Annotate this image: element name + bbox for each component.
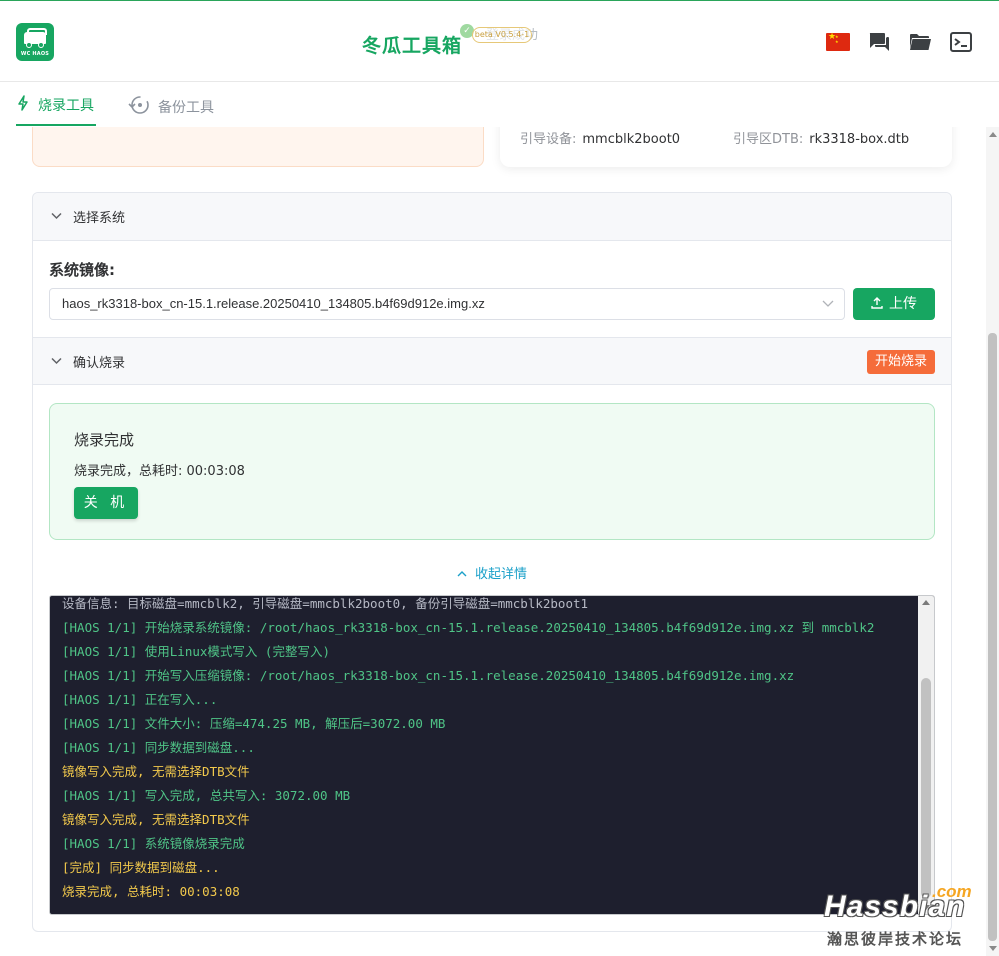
select-system-header[interactable]: 选择系统 [33,193,951,241]
log-line: [HAOS 1/1] 开始写入压缩镜像: /root/haos_rk3318-b… [62,668,795,683]
scroll-down-icon[interactable] [989,946,997,951]
active-tab-indicator [16,124,96,126]
scroll-thumb[interactable] [921,678,931,898]
log-line: [完成] 同步数据到磁盘... [62,860,220,875]
upload-button[interactable]: 上传 [853,288,935,320]
start-flash-button[interactable]: 开始烧录 [866,350,935,374]
log-line: [HAOS 1/1] 同步数据到磁盘... [62,740,255,755]
chevron-down-icon [822,289,834,331]
scroll-up-icon[interactable] [989,132,997,137]
version-badge: beta V0.5.4-1 [472,27,532,43]
section-title: 确认烧录 [73,355,126,371]
site-watermark: .com Hassbian 瀚思彼岸技术论坛 [822,882,982,950]
log-line: [HAOS 1/1] 文件大小: 压缩=474.25 MB, 解压后=3072.… [62,716,446,731]
device-info-card: 引导设备: mmcblk2boot0 引导区DTB: rk3318-box.dtb [500,127,952,167]
watermark-main: Hassbian [824,890,966,923]
log-line: [HAOS 1/1] 系统镜像烧录完成 [62,836,245,851]
boot-dtb-value: rk3318-box.dtb [809,132,910,147]
log-line: [HAOS 1/1] 使用Linux模式写入 (完整写入) [62,644,330,659]
scroll-thumb[interactable] [988,333,997,941]
tab-label: 备份工具 [158,100,214,116]
warning-card [32,127,484,167]
tab-backup-tool[interactable]: 备份工具 [128,95,214,119]
chat-icon[interactable] [867,31,893,53]
result-subtitle: 烧录完成，总耗时: 00:03:08 [74,464,245,479]
app-logo[interactable]: WC HAOS [16,23,54,61]
backup-disc-icon [128,95,150,119]
section-title: 选择系统 [73,211,126,226]
boot-dtb-label: 引导区DTB: [733,132,804,147]
logo-text: WC HAOS [20,51,50,57]
log-lines: 设备信息: 目标磁盘=mmcblk2, 引导磁盘=mmcblk2boot0, 备… [62,596,920,904]
log-line: 镜像写入完成, 无需选择DTB文件 [62,764,250,779]
boot-dtb-info: 引导区DTB: rk3318-box.dtb [733,128,909,147]
terminal-icon[interactable] [949,31,975,53]
log-line: 烧录完成, 总耗时: 00:03:08 [62,884,240,899]
chevron-up-icon [457,571,467,577]
boot-device-info: 引导设备: mmcblk2boot0 [520,128,680,147]
top-bar: WC HAOS 冬瓜工具箱 ✓ 登录成功 beta V0.5.4-1 [0,0,999,82]
china-flag-icon[interactable] [826,31,852,53]
log-line: [HAOS 1/1] 写入完成, 总共写入: 3072.00 MB [62,788,351,803]
confirm-flash-header[interactable]: 确认烧录 开始烧录 [33,337,951,385]
login-toast: ✓ 登录成功 beta V0.5.4-1 [456,21,552,55]
collapse-label: 收起详情 [474,567,527,582]
watermark-sub: 瀚思彼岸技术论坛 [827,930,964,948]
shutdown-button[interactable]: 关 机 [74,487,138,519]
log-line: 设备信息: 目标磁盘=mmcblk2, 引导磁盘=mmcblk2boot0, 备… [62,596,589,611]
log-console[interactable]: 设备信息: 目标磁盘=mmcblk2, 引导磁盘=mmcblk2boot0, 备… [49,595,935,915]
log-line: [HAOS 1/1] 正在写入... [62,692,218,707]
app-title: 冬瓜工具箱 [362,35,463,57]
main-content: 引导设备: mmcblk2boot0 引导区DTB: rk3318-box.dtb … [0,127,986,956]
tab-flash-tool[interactable]: 烧录工具 [16,95,94,115]
flash-complete-box: 烧录完成 烧录完成，总耗时: 00:03:08 关 机 [49,403,935,540]
upload-icon [871,297,883,309]
result-title: 烧录完成 [74,431,135,449]
console-scrollbar[interactable] [918,596,934,914]
header-actions [826,31,975,53]
upload-label: 上传 [889,296,917,312]
folder-icon[interactable] [908,31,934,53]
chevron-down-icon [51,355,63,368]
page-scrollbar[interactable] [986,127,999,956]
lightning-icon [16,95,30,115]
boot-device-label: 引导设备: [520,132,577,147]
wheel-icon [38,42,44,48]
chevron-down-icon [51,210,63,223]
wheel-icon [26,42,32,48]
selected-image-text: haos_rk3318-box_cn-15.1.release.20250410… [62,296,485,311]
tab-label: 烧录工具 [38,98,94,114]
tool-tabs: 烧录工具 备份工具 [0,83,999,127]
log-line: [HAOS 1/1] 开始烧录系统镜像: /root/haos_rk3318-b… [62,620,875,635]
system-image-select[interactable]: haos_rk3318-box_cn-15.1.release.20250410… [49,288,845,320]
flash-panel: 选择系统 系统镜像: haos_rk3318-box_cn-15.1.relea… [32,192,952,932]
boot-device-value: mmcblk2boot0 [582,132,681,147]
log-line: 镜像写入完成, 无需选择DTB文件 [62,812,250,827]
system-image-label: 系统镜像: [49,261,115,279]
collapse-details-link[interactable]: 收起详情 [33,563,951,582]
scroll-up-icon[interactable] [922,600,930,605]
